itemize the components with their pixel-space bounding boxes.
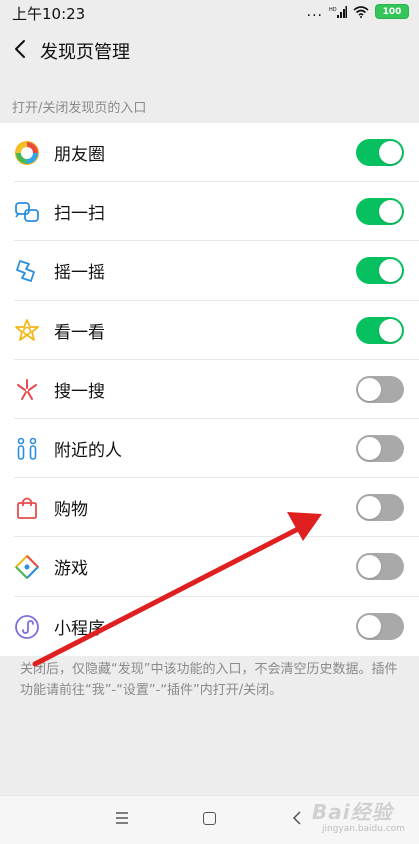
top-stories-icon — [15, 318, 39, 341]
toggle-shake[interactable] — [356, 257, 404, 285]
wifi-icon — [353, 5, 369, 18]
games-icon — [14, 554, 40, 580]
toggle-shopping[interactable] — [356, 494, 404, 522]
row-label: 购物 — [54, 500, 88, 521]
row-games[interactable]: 游戏 — [0, 537, 419, 597]
row-search[interactable]: 搜一搜 — [0, 360, 419, 419]
chevron-left-icon[interactable] — [10, 35, 34, 63]
menu-icon[interactable] — [114, 811, 130, 825]
signal-hd-icon: HD — [329, 5, 347, 18]
toggle-moments[interactable] — [356, 139, 404, 166]
toggle-search[interactable] — [356, 375, 404, 403]
toggle-people-nearby[interactable] — [356, 434, 404, 462]
status-bar: 上午10:23 ... HD 100 — [0, 0, 419, 26]
toggle-knob — [358, 614, 381, 638]
row-scan[interactable]: 扫一扫 — [0, 182, 419, 242]
row-people-nearby[interactable]: 附近的人 — [0, 419, 419, 479]
toggle-mini-program[interactable] — [356, 612, 404, 640]
row-label: 游戏 — [54, 559, 88, 580]
battery-level: 100 — [382, 6, 402, 17]
shake-icon — [16, 260, 35, 283]
title-bar: 发现页管理 — [0, 26, 419, 76]
toggle-knob — [379, 318, 402, 342]
status-icons: ... HD 100 — [307, 4, 409, 19]
moments-icon — [15, 141, 39, 165]
battery-icon: 100 — [375, 4, 409, 19]
people-nearby-icon — [17, 437, 37, 460]
status-dots: ... — [306, 3, 323, 20]
shopping-bag-icon — [17, 497, 37, 520]
toggle-knob — [379, 141, 402, 164]
discover-entry-list: 朋友圈 扫一扫 摇一摇 看一看 搜一搜 附近的人 购物 游戏 小程序 — [0, 123, 419, 656]
toggle-knob — [358, 496, 381, 520]
row-mini-program[interactable]: 小程序 — [0, 597, 419, 656]
help-note: 关闭后，仅隐藏“发现”中该功能的入口，不会清空历史数据。插件功能请前往“我”-“… — [20, 662, 398, 698]
row-label: 看一看 — [54, 322, 105, 343]
status-time: 上午10:23 — [12, 5, 86, 23]
row-label: 附近的人 — [54, 441, 122, 462]
row-label: 扫一扫 — [54, 204, 105, 225]
toggle-knob — [358, 377, 381, 401]
svg-text:HD: HD — [329, 7, 337, 13]
row-label: 摇一摇 — [54, 263, 105, 284]
baidu-jingyan-watermark: Bai经验 jingyan.baidu.com — [300, 790, 415, 840]
page-title: 发现页管理 — [40, 42, 130, 63]
home-icon[interactable] — [203, 812, 216, 825]
toggle-knob — [379, 259, 402, 283]
row-label: 小程序 — [54, 618, 105, 639]
toggle-games[interactable] — [356, 553, 404, 581]
row-top-stories[interactable]: 看一看 — [0, 301, 419, 360]
watermark-main: Bai经验 — [312, 800, 393, 824]
row-moments[interactable]: 朋友圈 — [0, 123, 419, 183]
search-icon — [17, 378, 37, 400]
toggle-scan[interactable] — [356, 198, 404, 226]
row-label: 朋友圈 — [54, 145, 105, 166]
mini-program-icon — [15, 614, 39, 639]
row-shake[interactable]: 摇一摇 — [0, 241, 419, 301]
toggle-knob — [358, 436, 381, 460]
toggle-knob — [358, 555, 381, 579]
row-shopping[interactable]: 购物 — [0, 478, 419, 538]
toggle-top-stories[interactable] — [356, 316, 404, 344]
watermark-sub: jingyan.baidu.com — [322, 824, 406, 834]
section-label: 打开/关闭发现页的入口 — [12, 101, 147, 116]
scan-icon — [15, 202, 39, 223]
row-label: 搜一搜 — [54, 381, 105, 402]
toggle-knob — [379, 200, 402, 224]
